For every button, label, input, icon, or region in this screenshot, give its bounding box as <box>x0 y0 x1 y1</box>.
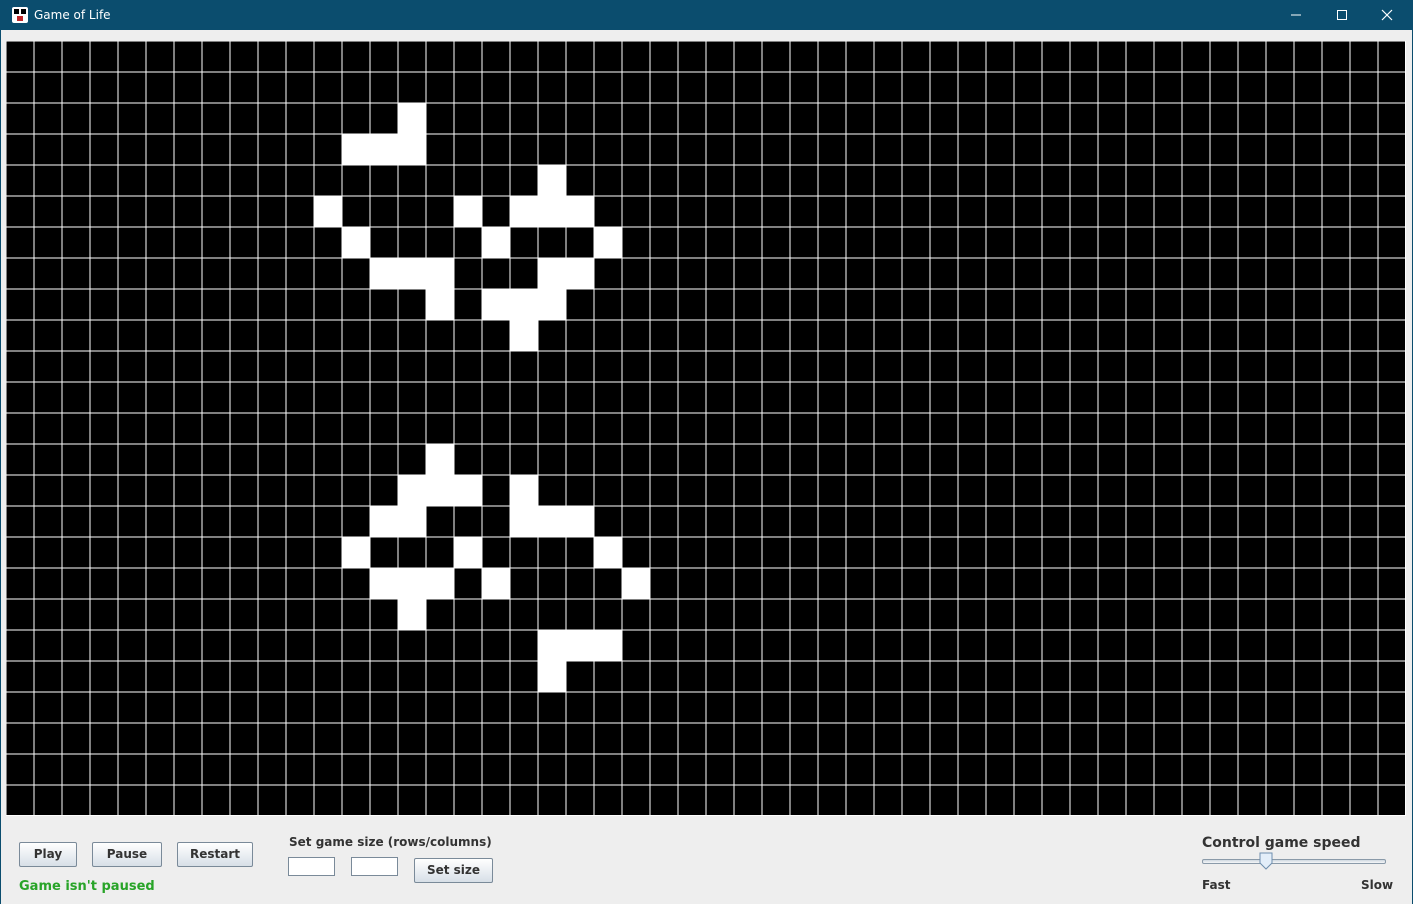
alive-cell[interactable] <box>538 196 566 227</box>
restart-button[interactable]: Restart <box>177 842 253 867</box>
alive-cell[interactable] <box>370 258 398 289</box>
speed-slow-label: Slow <box>1361 878 1394 892</box>
control-panel: Play Pause Restart Game isn't paused Set… <box>1 819 1412 904</box>
alive-cell[interactable] <box>342 134 370 165</box>
alive-cell[interactable] <box>510 506 538 537</box>
alive-cell[interactable] <box>538 661 566 692</box>
alive-cell[interactable] <box>370 568 398 599</box>
close-button[interactable] <box>1364 1 1410 30</box>
title-bar[interactable]: Game of Life <box>1 1 1412 30</box>
alive-cell[interactable] <box>510 289 538 320</box>
alive-cell[interactable] <box>426 289 454 320</box>
alive-cell[interactable] <box>398 258 426 289</box>
alive-cell[interactable] <box>566 258 594 289</box>
alive-cell[interactable] <box>482 227 510 258</box>
board-grid[interactable] <box>6 41 1406 816</box>
alive-cell[interactable] <box>538 258 566 289</box>
alive-cell[interactable] <box>538 289 566 320</box>
alive-cell[interactable] <box>454 537 482 568</box>
alive-cell[interactable] <box>398 475 426 506</box>
speed-fast-label: Fast <box>1202 878 1231 892</box>
alive-cell[interactable] <box>566 506 594 537</box>
alive-cell[interactable] <box>398 103 426 134</box>
alive-cell[interactable] <box>538 630 566 661</box>
alive-cell[interactable] <box>342 227 370 258</box>
size-label: Set game size (rows/columns) <box>289 835 492 849</box>
alive-cell[interactable] <box>594 630 622 661</box>
alive-cell[interactable] <box>454 196 482 227</box>
alive-cell[interactable] <box>594 537 622 568</box>
speed-title: Control game speed <box>1202 835 1361 851</box>
alive-cell[interactable] <box>398 568 426 599</box>
speed-slider[interactable] <box>1202 859 1386 864</box>
alive-cell[interactable] <box>426 258 454 289</box>
alive-cell[interactable] <box>566 196 594 227</box>
pause-button[interactable]: Pause <box>92 842 162 867</box>
alive-cell[interactable] <box>510 475 538 506</box>
alive-cell[interactable] <box>510 196 538 227</box>
alive-cell[interactable] <box>314 196 342 227</box>
alive-cell[interactable] <box>454 475 482 506</box>
alive-cell[interactable] <box>594 227 622 258</box>
play-button[interactable]: Play <box>19 842 77 867</box>
alive-cell[interactable] <box>398 506 426 537</box>
alive-cell[interactable] <box>482 289 510 320</box>
alive-cell[interactable] <box>426 475 454 506</box>
columns-field[interactable] <box>351 857 398 876</box>
close-icon <box>1381 9 1393 21</box>
minimize-icon <box>1291 14 1301 16</box>
maximize-button[interactable] <box>1319 1 1365 30</box>
game-board[interactable] <box>6 41 1406 816</box>
alive-cell[interactable] <box>510 320 538 351</box>
alive-cell[interactable] <box>342 537 370 568</box>
alive-cell[interactable] <box>426 444 454 475</box>
rows-field[interactable] <box>288 857 335 876</box>
alive-cell[interactable] <box>370 134 398 165</box>
alive-cell[interactable] <box>398 599 426 630</box>
alive-cell[interactable] <box>426 568 454 599</box>
game-window: Game of Life Play Pause Restart Game isn… <box>0 0 1413 904</box>
status-text: Game isn't paused <box>19 879 155 894</box>
alive-cell[interactable] <box>370 506 398 537</box>
game-of-life-icon <box>12 7 28 23</box>
minimize-button[interactable] <box>1273 1 1319 30</box>
alive-cell[interactable] <box>482 568 510 599</box>
window-title: Game of Life <box>34 8 111 22</box>
alive-cell[interactable] <box>398 134 426 165</box>
alive-cell[interactable] <box>538 506 566 537</box>
speed-slider-thumb[interactable] <box>1259 852 1273 870</box>
alive-cell[interactable] <box>566 630 594 661</box>
alive-cell[interactable] <box>538 165 566 196</box>
set-size-button[interactable]: Set size <box>414 858 493 883</box>
alive-cell[interactable] <box>622 568 650 599</box>
maximize-icon <box>1337 10 1347 20</box>
